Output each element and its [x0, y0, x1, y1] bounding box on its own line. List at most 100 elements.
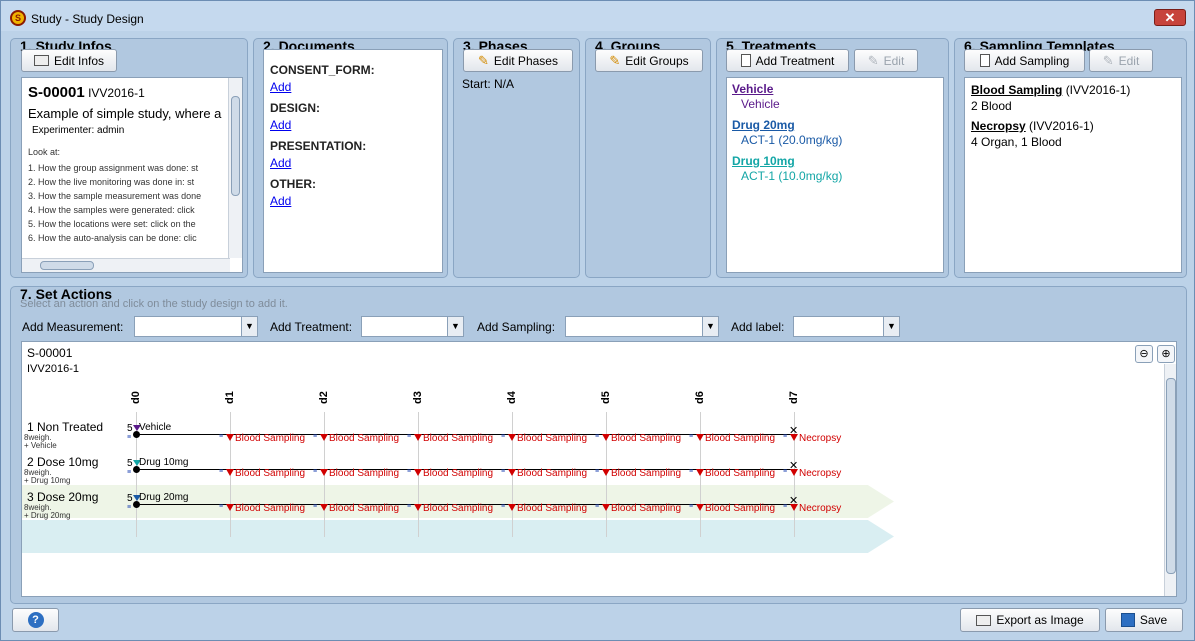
- blood-sampling-marker[interactable]: Blood Sampling: [320, 503, 399, 514]
- look-at-label: Look at:: [28, 147, 61, 157]
- sampling-triangle-icon: [414, 504, 422, 511]
- sampling-label: Blood Sampling: [235, 433, 306, 444]
- diagram-study-code: IVV2016-1: [27, 363, 79, 375]
- image-export-icon: [976, 614, 992, 626]
- edit-phases-button[interactable]: ✎ Edit Phases: [463, 49, 573, 72]
- sampling-label: Blood Sampling: [611, 503, 682, 514]
- group-name[interactable]: 3 Dose 20mg: [27, 490, 98, 504]
- chevron-down-icon: ▼: [702, 317, 718, 336]
- blood-sampling-marker[interactable]: Blood Sampling: [696, 503, 775, 514]
- doc-presentation-add-link[interactable]: Add: [270, 155, 375, 172]
- add-sampling-label: Add Sampling:: [477, 320, 556, 334]
- blood-sampling-marker[interactable]: Blood Sampling: [226, 433, 305, 444]
- sampling-triangle-icon: [226, 469, 234, 476]
- doc-other-add-link[interactable]: Add: [270, 193, 375, 210]
- measurement-icon: ≡: [313, 503, 318, 510]
- blood-sampling-marker[interactable]: Blood Sampling: [696, 468, 775, 479]
- sampling-triangle-icon: [320, 469, 328, 476]
- group-count: 5: [127, 423, 133, 434]
- vertical-scrollbar[interactable]: [228, 78, 242, 258]
- treatment-drug-20mg[interactable]: Drug 20mg: [732, 118, 842, 133]
- add-sampling-button[interactable]: Add Sampling: [964, 49, 1085, 72]
- h-scroll-thumb[interactable]: [40, 261, 94, 270]
- experimenter: Experimenter: admin: [32, 125, 125, 136]
- phases-panel: 3. Phases ✎ Edit Phases Start: N/A: [453, 38, 580, 278]
- treatment-label: Drug 10mg: [139, 457, 189, 468]
- blood-sampling-marker[interactable]: Blood Sampling: [602, 503, 681, 514]
- edit-infos-button[interactable]: Edit Infos: [21, 49, 117, 72]
- blood-sampling-marker[interactable]: Blood Sampling: [508, 468, 587, 479]
- sampling-blood[interactable]: Blood Sampling: [971, 83, 1062, 97]
- study-design-diagram[interactable]: S-00001 IVV2016-1 ⊖ ⊕ d0 d1 d2 d3 d4 d5 d6 d7 1 …: [21, 341, 1177, 597]
- edit-groups-button[interactable]: ✎ Edit Groups: [595, 49, 703, 72]
- study-code: IVV2016-1: [88, 86, 145, 100]
- sampling-label: Blood Sampling: [329, 468, 400, 479]
- doc-consent-add-link[interactable]: Add: [270, 79, 375, 96]
- measurement-icon: ≡: [501, 433, 506, 440]
- blood-sampling-marker[interactable]: Blood Sampling: [696, 433, 775, 444]
- measurement-icon: ≡: [127, 469, 132, 476]
- scroll-thumb[interactable]: [231, 96, 240, 196]
- group-count: 5: [127, 493, 133, 504]
- treatment-drug-10mg[interactable]: Drug 10mg: [732, 154, 842, 169]
- add-treatment-select[interactable]: ▼: [361, 316, 464, 337]
- groups-panel: 4. Groups ✎ Edit Groups: [585, 38, 711, 278]
- treatment-vehicle[interactable]: Vehicle: [732, 82, 842, 97]
- sampling-triangle-icon: [414, 469, 422, 476]
- add-label-select[interactable]: ▼: [793, 316, 900, 337]
- sampling-blood-detail: 2 Blood: [971, 99, 1012, 113]
- doc-design-add-link[interactable]: Add: [270, 117, 375, 134]
- sampling-necropsy[interactable]: Necropsy: [971, 119, 1026, 133]
- blood-sampling-marker[interactable]: Blood Sampling: [602, 433, 681, 444]
- blood-sampling-marker[interactable]: Blood Sampling: [508, 433, 587, 444]
- blood-sampling-marker[interactable]: Blood Sampling: [602, 468, 681, 479]
- blood-sampling-marker[interactable]: Blood Sampling: [320, 468, 399, 479]
- sampling-triangle-icon: [226, 434, 234, 441]
- edit-sampling-button[interactable]: ✎ Edit: [1089, 49, 1153, 72]
- blood-sampling-marker[interactable]: Blood Sampling: [320, 433, 399, 444]
- app-logo-icon: S: [10, 10, 26, 26]
- measurement-icon: ≡: [313, 468, 318, 475]
- blood-sampling-marker[interactable]: Blood Sampling: [414, 468, 493, 479]
- treatment-vehicle-detail: Vehicle: [741, 97, 780, 111]
- help-button[interactable]: ?: [12, 608, 59, 632]
- look-at-line: 3. How the sample measurement was done: [28, 191, 202, 201]
- sampling-triangle-icon: [696, 504, 704, 511]
- diagram-study-id: S-00001: [27, 346, 73, 360]
- zoom-in-icon[interactable]: ⊕: [1157, 345, 1175, 363]
- diagram-scrollbar[interactable]: [1164, 364, 1176, 596]
- zoom-out-icon[interactable]: ⊖: [1135, 345, 1153, 363]
- blood-sampling-marker[interactable]: Blood Sampling: [226, 503, 305, 514]
- sampling-templates-panel: 6. Sampling Templates Add Sampling ✎ Edi…: [954, 38, 1187, 278]
- close-button[interactable]: ✕: [1154, 9, 1186, 26]
- day-label: d5: [600, 391, 612, 404]
- add-sampling-select[interactable]: ▼: [565, 316, 719, 337]
- blood-sampling-marker[interactable]: Blood Sampling: [414, 503, 493, 514]
- chevron-down-icon: ▼: [883, 317, 899, 336]
- add-label-label: Add label:: [731, 320, 785, 334]
- sampling-label: Blood Sampling: [329, 503, 400, 514]
- horizontal-scrollbar[interactable]: [22, 258, 230, 272]
- blood-sampling-marker[interactable]: Blood Sampling: [508, 503, 587, 514]
- add-measurement-select[interactable]: ▼: [134, 316, 258, 337]
- end-cross-icon: ✕: [789, 425, 799, 437]
- group-name[interactable]: 1 Non Treated: [27, 420, 103, 434]
- sampling-label: Blood Sampling: [705, 468, 776, 479]
- blood-sampling-marker[interactable]: Blood Sampling: [414, 433, 493, 444]
- edit-treatment-button[interactable]: ✎ Edit: [854, 49, 918, 72]
- sampling-label: Blood Sampling: [423, 468, 494, 479]
- group-treatment-note: + Vehicle: [24, 441, 57, 450]
- add-treatment-button[interactable]: Add Treatment: [726, 49, 849, 72]
- save-button[interactable]: Save: [1105, 608, 1183, 632]
- sampling-triangle-icon: [320, 434, 328, 441]
- diagram-scroll-thumb[interactable]: [1166, 378, 1176, 574]
- sampling-label: Blood Sampling: [423, 503, 494, 514]
- measurement-icon: ≡: [127, 434, 132, 441]
- export-image-button[interactable]: Export as Image: [960, 608, 1100, 632]
- sampling-triangle-icon: [602, 504, 610, 511]
- measurement-icon: ≡: [407, 433, 412, 440]
- day-label: d6: [694, 391, 706, 404]
- group-name[interactable]: 2 Dose 10mg: [27, 455, 98, 469]
- study-design-window: S Study - Study Design ✕ 1. Study Infos …: [0, 0, 1195, 641]
- blood-sampling-marker[interactable]: Blood Sampling: [226, 468, 305, 479]
